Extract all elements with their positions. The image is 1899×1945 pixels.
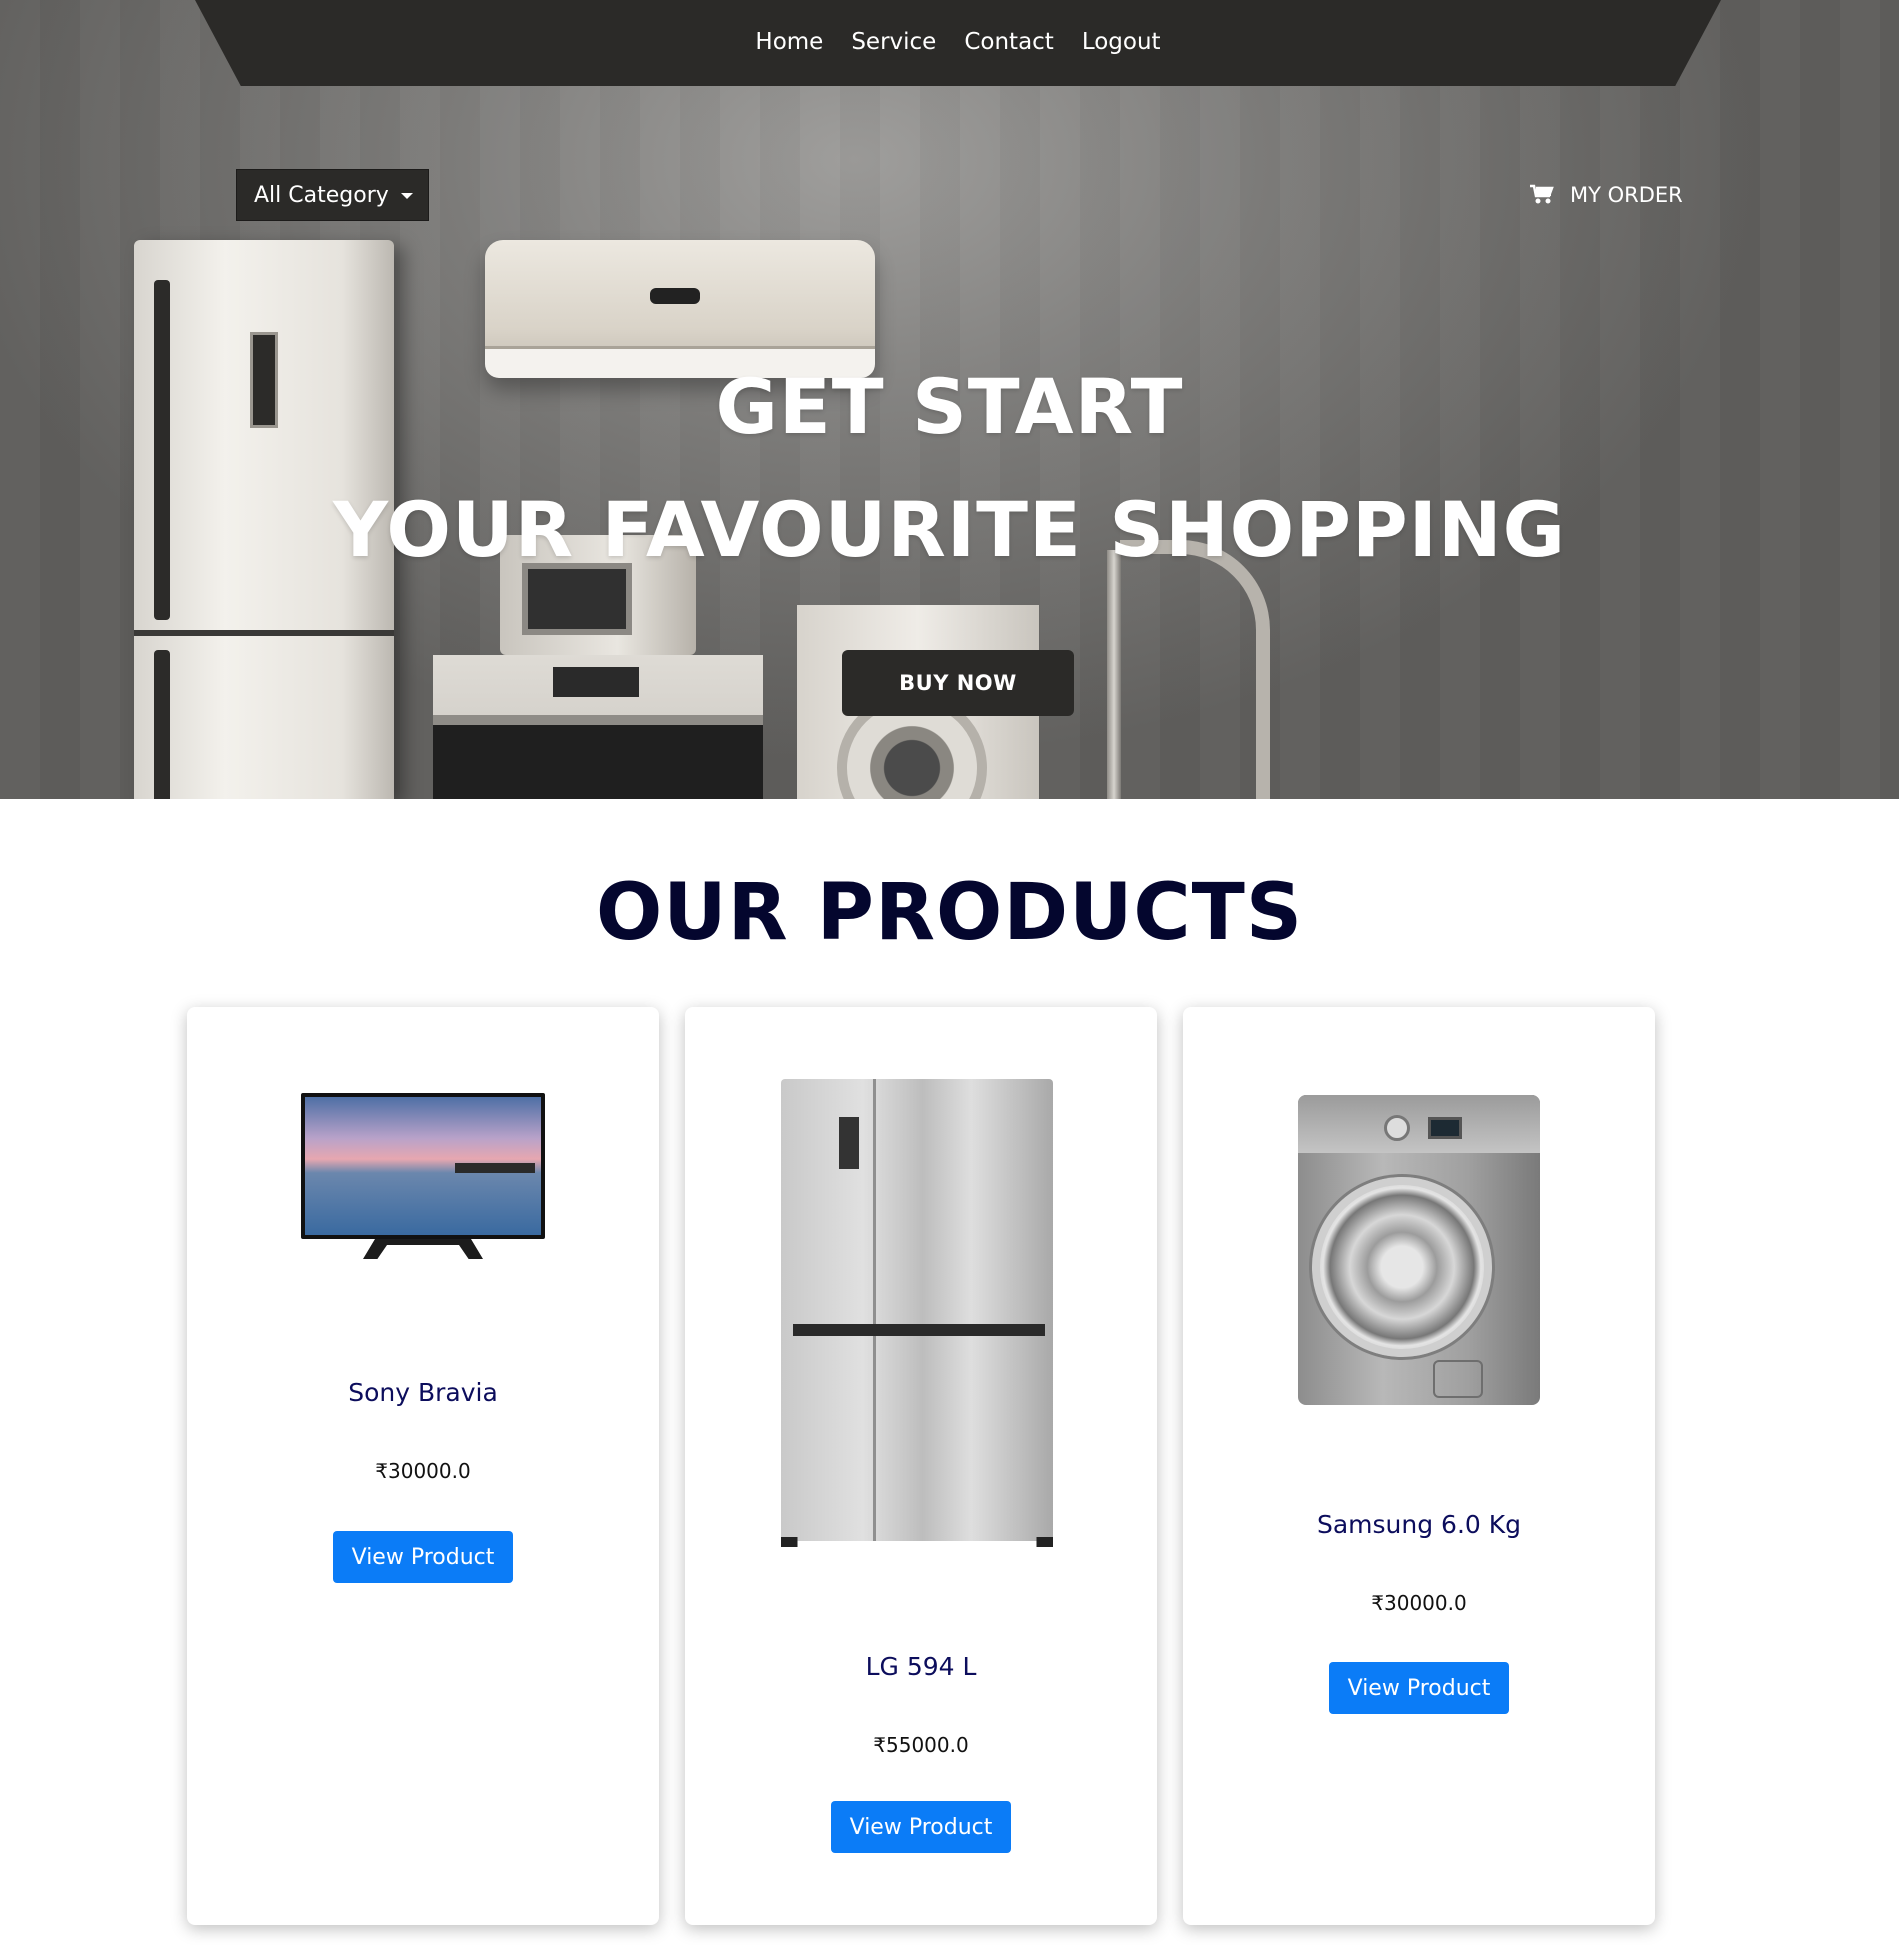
- nav-service-link[interactable]: Service: [851, 29, 936, 55]
- product-price: ₹55000.0: [873, 1733, 969, 1757]
- product-card: Sony Bravia ₹30000.0 View Product: [187, 1007, 659, 1925]
- product-image: [685, 1079, 1157, 1559]
- product-name: Samsung 6.0 Kg: [1316, 1510, 1522, 1539]
- washing-machine-icon: [1298, 1095, 1540, 1413]
- hero-title-line-1: GET START: [715, 362, 1184, 451]
- my-order-link[interactable]: MY ORDER: [1530, 178, 1683, 212]
- product-name: LG 594 L: [865, 1652, 977, 1681]
- nav-contact-link[interactable]: Contact: [964, 29, 1053, 55]
- chevron-down-icon: [400, 193, 413, 199]
- cart-icon: [1530, 184, 1554, 204]
- product-name: Sony Bravia: [348, 1378, 498, 1407]
- product-card: Samsung 6.0 Kg ₹30000.0 View Product: [1183, 1007, 1655, 1925]
- page: Home Service Contact Logout All Category…: [0, 0, 1899, 1945]
- view-product-button[interactable]: View Product: [1329, 1662, 1509, 1714]
- product-image: [187, 1093, 659, 1271]
- tv-icon: [301, 1093, 545, 1271]
- hero-air-conditioner-image: [485, 240, 875, 378]
- view-product-button[interactable]: View Product: [831, 1801, 1011, 1853]
- view-product-button[interactable]: View Product: [333, 1531, 513, 1583]
- buy-now-button[interactable]: BUY NOW: [842, 650, 1074, 716]
- category-dropdown-label: All Category: [254, 182, 389, 208]
- product-image: [1183, 1095, 1655, 1413]
- products-heading: OUR PRODUCTS: [595, 868, 1304, 958]
- category-dropdown-button[interactable]: All Category: [236, 169, 429, 221]
- hero-vacuum-image: [1107, 550, 1121, 799]
- my-order-label: MY ORDER: [1570, 183, 1683, 207]
- nav-home-link[interactable]: Home: [755, 29, 823, 55]
- nav-logout-link[interactable]: Logout: [1082, 29, 1161, 55]
- hero-banner: Home Service Contact Logout All Category…: [0, 0, 1899, 799]
- hero-title-line-2: YOUR FAVOURITE SHOPPING: [333, 485, 1566, 574]
- product-price: ₹30000.0: [1371, 1591, 1467, 1615]
- hero-oven-image: [433, 655, 763, 799]
- top-navbar: Home Service Contact Logout: [195, 0, 1721, 86]
- refrigerator-icon: [781, 1079, 1061, 1559]
- product-card: LG 594 L ₹55000.0 View Product: [685, 1007, 1157, 1925]
- product-price: ₹30000.0: [375, 1459, 471, 1483]
- hero-vacuum-hose-image: [1120, 540, 1270, 799]
- nav-links: Home Service Contact Logout: [195, 0, 1721, 84]
